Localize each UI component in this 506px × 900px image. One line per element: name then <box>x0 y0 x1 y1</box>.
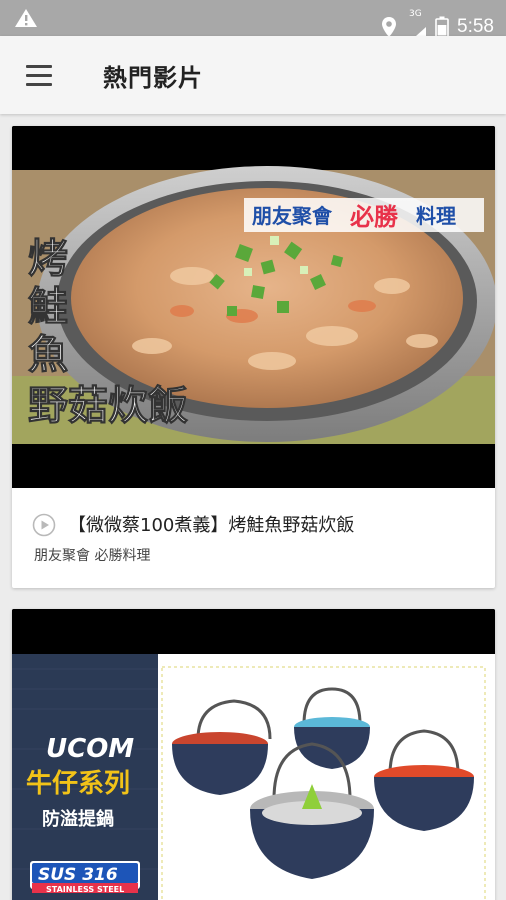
thumbnail-vertical-char: 烤 <box>28 236 68 282</box>
network-type-label: 3G <box>409 9 422 19</box>
battery-icon <box>435 16 449 38</box>
thumbnail-vertical-char: 鮭 <box>28 284 68 330</box>
warning-icon <box>15 9 37 27</box>
menu-button[interactable] <box>18 58 62 92</box>
series-title: 牛仔系列 <box>26 768 130 799</box>
badge-main: SUS 316 <box>38 865 118 885</box>
video-card[interactable]: UCOM 牛仔系列 防溢提鍋 SUS 316 STAINLESS STEEL <box>12 609 495 900</box>
play-circle-icon <box>32 513 56 537</box>
status-time: 5:58 <box>457 15 494 37</box>
product-name: 防溢提鍋 <box>42 808 114 830</box>
video-title[interactable]: 【微微蔡100煮義】烤鮭魚野菇炊飯 <box>68 511 354 537</box>
video-thumbnail[interactable]: 朋友聚會 必勝 料理 烤 鮭 魚 野菇炊飯 <box>12 126 495 488</box>
brand-logo: UCOM <box>46 734 134 764</box>
video-thumbnail[interactable]: UCOM 牛仔系列 防溢提鍋 SUS 316 STAINLESS STEEL <box>12 609 495 900</box>
status-bar: 3G 5:58 <box>0 0 506 45</box>
thumbnail-tagline-1: 朋友聚會 <box>252 204 333 228</box>
hamburger-icon <box>26 64 52 68</box>
badge-sub: STAINLESS STEEL <box>46 885 124 894</box>
page-title: 熱門影片 <box>103 64 203 92</box>
video-subtitle: 朋友聚會 必勝料理 <box>34 548 151 564</box>
thumbnail-bottom-text: 野菇炊飯 <box>28 383 188 429</box>
thumbnail-tagline-2: 必勝 <box>350 203 399 231</box>
app-bar: 熱門影片 <box>0 36 506 114</box>
thumbnail-tagline-3: 料理 <box>416 204 456 228</box>
video-card[interactable]: 朋友聚會 必勝 料理 烤 鮭 魚 野菇炊飯 【微微蔡100煮義】烤鮭魚野菇炊飯 … <box>12 126 495 588</box>
location-icon <box>382 16 397 37</box>
thumbnail-vertical-char: 魚 <box>28 332 68 378</box>
video-info: 【微微蔡100煮義】烤鮭魚野菇炊飯 朋友聚會 必勝料理 <box>12 488 495 588</box>
